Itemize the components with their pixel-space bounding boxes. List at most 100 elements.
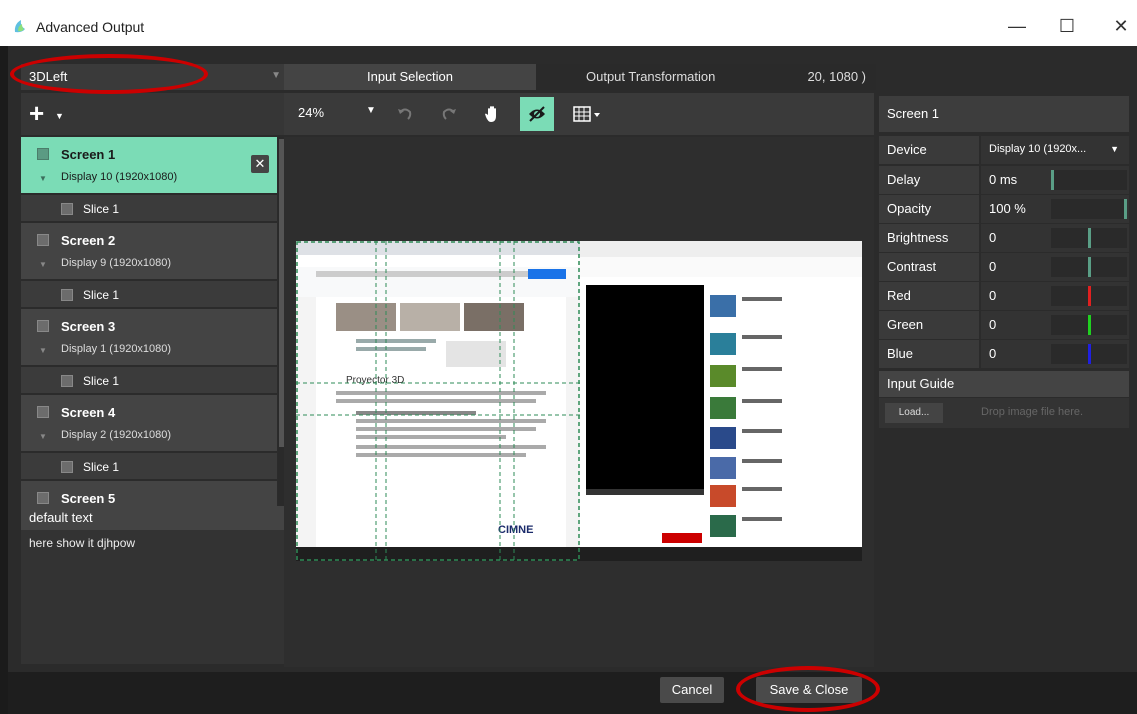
preset-label: 3DLeft bbox=[29, 69, 68, 84]
brightness-row: Brightness 0 bbox=[879, 224, 1129, 252]
redo-button[interactable] bbox=[432, 97, 466, 131]
app-logo-icon bbox=[14, 20, 25, 33]
properties-header: Screen 1 bbox=[879, 96, 1129, 132]
hand-icon bbox=[485, 106, 496, 122]
text-panel-header: default text bbox=[21, 506, 289, 530]
red-label: Red bbox=[879, 282, 979, 310]
input-guide-header: Input Guide bbox=[879, 371, 1129, 397]
redo-icon bbox=[442, 108, 456, 120]
slice-item[interactable]: Slice 1 bbox=[21, 281, 277, 309]
grid-button[interactable] bbox=[566, 97, 610, 131]
blue-label: Blue bbox=[879, 340, 979, 368]
plus-icon: + bbox=[29, 98, 45, 128]
screen-item[interactable]: Screen 2 ▼ Display 9 (1920x1080) bbox=[21, 223, 277, 281]
slider-knob[interactable] bbox=[1088, 286, 1091, 306]
screen-name: Screen 3 bbox=[61, 319, 116, 334]
close-button[interactable]: ✕ bbox=[1106, 14, 1136, 38]
bottom-bar: Cancel Save & Close bbox=[8, 672, 1137, 714]
window-title: Advanced Output bbox=[36, 19, 145, 35]
screen-item[interactable]: Screen 1 ▼ Display 10 (1920x1080) ✕ bbox=[21, 137, 277, 195]
screen-name: Screen 1 bbox=[61, 147, 116, 162]
contrast-slider[interactable] bbox=[1051, 257, 1127, 277]
delay-label: Delay bbox=[879, 166, 979, 194]
screen-checkbox[interactable] bbox=[37, 492, 49, 504]
title-bar: Advanced Output — ☐ ✕ bbox=[0, 0, 1137, 46]
text-panel-body[interactable]: here show it djhpow bbox=[21, 530, 289, 664]
slice-checkbox[interactable] bbox=[61, 461, 73, 473]
expand-icon[interactable]: ▼ bbox=[39, 432, 47, 441]
device-select[interactable]: Display 10 (1920x... ▼ bbox=[981, 136, 1129, 164]
green-slider[interactable] bbox=[1051, 315, 1127, 335]
slider-knob[interactable] bbox=[1088, 344, 1091, 364]
slider-knob[interactable] bbox=[1088, 257, 1091, 277]
preset-select[interactable]: 3DLeft ▼ bbox=[21, 64, 289, 90]
slice-name: Slice 1 bbox=[83, 374, 120, 388]
slice-item[interactable]: Slice 1 bbox=[21, 367, 277, 395]
resolution-readout: 20, 1080 ) bbox=[807, 69, 866, 84]
slice-item[interactable]: Slice 1 bbox=[21, 195, 277, 223]
screen-name: Screen 5 bbox=[61, 491, 116, 506]
screen-display: Display 1 (1920x1080) bbox=[61, 343, 172, 355]
cancel-button[interactable]: Cancel bbox=[660, 677, 724, 703]
save-close-button[interactable]: Save & Close bbox=[756, 677, 862, 703]
tab-input-selection[interactable]: Input Selection bbox=[284, 64, 536, 90]
red-slider[interactable] bbox=[1051, 286, 1127, 306]
red-row: Red 0 bbox=[879, 282, 1129, 310]
screen-display: Display 2 (1920x1080) bbox=[61, 429, 172, 441]
grid-icon bbox=[573, 106, 600, 122]
device-value: Display 10 (1920x... bbox=[989, 143, 1087, 155]
screen-display: Display 10 (1920x1080) bbox=[61, 171, 178, 183]
expand-icon[interactable]: ▼ bbox=[39, 174, 47, 183]
undo-icon bbox=[398, 108, 412, 120]
screen-checkbox[interactable] bbox=[37, 320, 49, 332]
chevron-down-icon[interactable]: ▼ bbox=[366, 105, 376, 116]
screen-display: Display 9 (1920x1080) bbox=[61, 257, 172, 269]
slider-knob[interactable] bbox=[1051, 170, 1054, 190]
slider-knob[interactable] bbox=[1088, 228, 1091, 248]
slider-knob[interactable] bbox=[1124, 199, 1127, 219]
slice-item[interactable]: Slice 1 bbox=[21, 453, 277, 481]
load-guide-button[interactable]: Load... bbox=[885, 403, 943, 423]
zoom-level[interactable]: 24% bbox=[298, 105, 324, 120]
opacity-label: Opacity bbox=[879, 195, 979, 223]
canvas-toolbar: 24% ▼ bbox=[284, 93, 874, 135]
tab-output-transformation[interactable]: Output Transformation 20, 1080 ) bbox=[536, 64, 876, 90]
slice-name: Slice 1 bbox=[83, 288, 120, 302]
screen-checkbox[interactable] bbox=[37, 406, 49, 418]
expand-icon[interactable]: ▼ bbox=[39, 346, 47, 355]
input-preview: Proyector 3D CIMNE bbox=[296, 241, 862, 561]
input-guide-row[interactable]: Load... Drop image file here. bbox=[879, 398, 1129, 428]
blue-row: Blue 0 bbox=[879, 340, 1129, 368]
brightness-slider[interactable] bbox=[1051, 228, 1127, 248]
delay-slider[interactable] bbox=[1051, 170, 1127, 190]
expand-icon[interactable]: ▼ bbox=[39, 260, 47, 269]
brightness-label: Brightness bbox=[879, 224, 979, 252]
green-label: Green bbox=[879, 311, 979, 339]
slice-checkbox[interactable] bbox=[61, 203, 73, 215]
delete-screen-button[interactable]: ✕ bbox=[251, 155, 269, 173]
delay-row: Delay 0 ms bbox=[879, 166, 1129, 194]
maximize-button[interactable]: ☐ bbox=[1052, 14, 1082, 38]
screen-name: Screen 2 bbox=[61, 233, 116, 248]
opacity-slider[interactable] bbox=[1051, 199, 1127, 219]
blue-slider[interactable] bbox=[1051, 344, 1127, 364]
main-area: 3DLeft ▼ + ▼ Screen 1 ▼ Display 10 (1920… bbox=[8, 46, 1137, 714]
screen-item[interactable]: Screen 3 ▼ Display 1 (1920x1080) bbox=[21, 309, 277, 367]
preview-image: Proyector 3D CIMNE bbox=[296, 241, 862, 561]
slice-checkbox[interactable] bbox=[61, 289, 73, 301]
minimize-button[interactable]: — bbox=[1002, 14, 1032, 38]
slice-checkbox[interactable] bbox=[61, 375, 73, 387]
pan-button[interactable] bbox=[476, 97, 510, 131]
preview-heading: Proyector 3D bbox=[346, 375, 404, 386]
screen-checkbox[interactable] bbox=[37, 234, 49, 246]
screen-checkbox[interactable] bbox=[37, 148, 49, 160]
contrast-label: Contrast bbox=[879, 253, 979, 281]
undo-button[interactable] bbox=[388, 97, 422, 131]
output-canvas[interactable]: Proyector 3D CIMNE bbox=[284, 137, 874, 667]
view-mode-button[interactable] bbox=[520, 97, 554, 131]
slider-knob[interactable] bbox=[1088, 315, 1091, 335]
add-screen-button[interactable]: + ▼ bbox=[29, 99, 75, 129]
screen-item[interactable]: Screen 4 ▼ Display 2 (1920x1080) bbox=[21, 395, 277, 453]
chevron-down-icon: ▼ bbox=[271, 70, 281, 81]
chevron-down-icon: ▼ bbox=[55, 111, 64, 121]
